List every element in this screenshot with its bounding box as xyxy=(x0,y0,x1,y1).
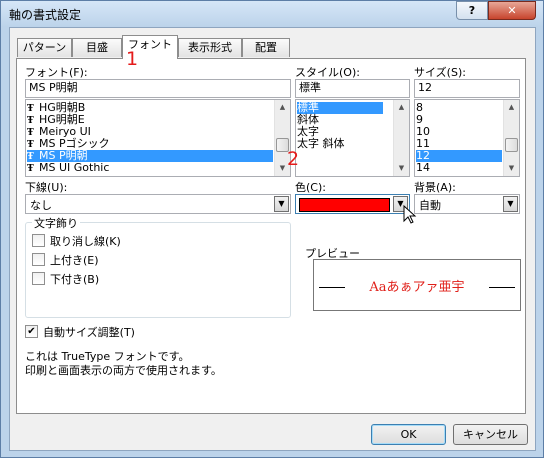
background-label: 背景(A): xyxy=(414,181,456,194)
close-button[interactable]: ✕ xyxy=(488,1,536,20)
font-list[interactable]: Ŧ HG明朝B Ŧ HG明朝E Ŧ Meiryo UI Ŧ MS Pゴシック Ŧ MS P… xyxy=(25,99,291,177)
title-bar[interactable]: 軸の書式設定 ? ✕ xyxy=(1,1,543,27)
dialog-body: パターン 目盛 フォント 表示形式 配置 1 2 フォント(F): MS P明朝… xyxy=(9,27,536,451)
color-select[interactable]: ▼ xyxy=(295,194,410,214)
truetype-icon: Ŧ xyxy=(27,164,34,174)
help-button[interactable]: ? xyxy=(456,1,488,20)
chevron-down-icon[interactable]: ▼ xyxy=(503,196,518,212)
size-list[interactable]: 8 9 10 11 12 14 ▲ ▼ xyxy=(414,99,520,177)
strikethrough-label[interactable]: 取り消し線(K) xyxy=(50,233,121,249)
subscript-checkbox[interactable] xyxy=(32,272,45,285)
list-item[interactable]: 太字 斜体 xyxy=(297,138,392,150)
underline-value: なし xyxy=(30,199,52,212)
cancel-button[interactable]: キャンセル xyxy=(453,424,528,445)
list-item[interactable]: 8 xyxy=(416,102,502,114)
ok-button[interactable]: OK xyxy=(371,424,446,445)
font-label: フォント(F): xyxy=(25,66,88,79)
chevron-down-icon[interactable]: ▼ xyxy=(274,196,289,212)
tab-scale[interactable]: 目盛 xyxy=(72,38,122,57)
autoscale-checkbox[interactable]: ✔ xyxy=(25,325,38,338)
style-input[interactable]: 標準 xyxy=(295,79,410,98)
preview-box: Aaあぁアァ亜宇 xyxy=(313,259,521,311)
dialog-window: 軸の書式設定 ? ✕ パターン 目盛 フォント 表示形式 配置 1 2 フォント… xyxy=(0,0,544,458)
list-item[interactable]: Ŧ MS UI Gothic xyxy=(27,162,273,175)
scroll-up-icon[interactable]: ▲ xyxy=(394,100,409,115)
scroll-up-icon[interactable]: ▲ xyxy=(504,100,519,115)
style-label: スタイル(O): xyxy=(295,66,360,79)
color-label: 色(C): xyxy=(295,181,326,194)
size-label: サイズ(S): xyxy=(414,66,466,79)
scroll-down-icon[interactable]: ▼ xyxy=(394,161,409,176)
font-input[interactable]: MS P明朝 xyxy=(25,79,291,98)
underline-select[interactable]: なし ▼ xyxy=(25,194,291,214)
superscript-checkbox[interactable] xyxy=(32,253,45,266)
strikethrough-checkbox[interactable] xyxy=(32,234,45,247)
style-list-scrollbar[interactable]: ▲ ▼ xyxy=(393,100,409,176)
size-list-scrollbar[interactable]: ▲ ▼ xyxy=(503,100,519,176)
tab-alignment[interactable]: 配置 xyxy=(242,38,290,57)
list-item[interactable]: 14 xyxy=(416,162,502,174)
background-value: 自動 xyxy=(419,199,441,212)
tab-patterns[interactable]: パターン xyxy=(17,38,72,57)
size-input[interactable]: 12 xyxy=(414,79,520,98)
scroll-thumb[interactable] xyxy=(505,138,518,152)
subscript-label[interactable]: 下付き(B) xyxy=(50,271,99,287)
underline-label: 下線(U): xyxy=(25,181,68,194)
annotation-1: 1 xyxy=(126,48,139,70)
superscript-label[interactable]: 上付き(E) xyxy=(50,252,99,268)
autoscale-label[interactable]: 自動サイズ調整(T) xyxy=(43,324,135,340)
effects-group: 文字飾り 取り消し線(K) 上付き(E) 下付き(B) xyxy=(25,215,291,318)
tab-number[interactable]: 表示形式 xyxy=(178,38,242,57)
preview-text: Aaあぁアァ亜宇 xyxy=(369,280,465,295)
background-select[interactable]: 自動 ▼ xyxy=(414,194,520,214)
font-info-line-2: 印刷と画面表示の両方で使用されます。 xyxy=(25,364,222,377)
window-title: 軸の書式設定 xyxy=(9,8,82,22)
color-swatch xyxy=(299,198,390,212)
effects-group-title: 文字飾り xyxy=(32,215,80,231)
font-tab-panel: フォント(F): MS P明朝 Ŧ HG明朝B Ŧ HG明朝E Ŧ Meiryo UI… xyxy=(16,58,526,414)
scroll-down-icon[interactable]: ▼ xyxy=(504,161,519,176)
annotation-2: 2 xyxy=(287,148,300,170)
style-list[interactable]: 標準 斜体 太字 太字 斜体 ▲ ▼ xyxy=(295,99,410,177)
scroll-up-icon[interactable]: ▲ xyxy=(275,100,290,115)
